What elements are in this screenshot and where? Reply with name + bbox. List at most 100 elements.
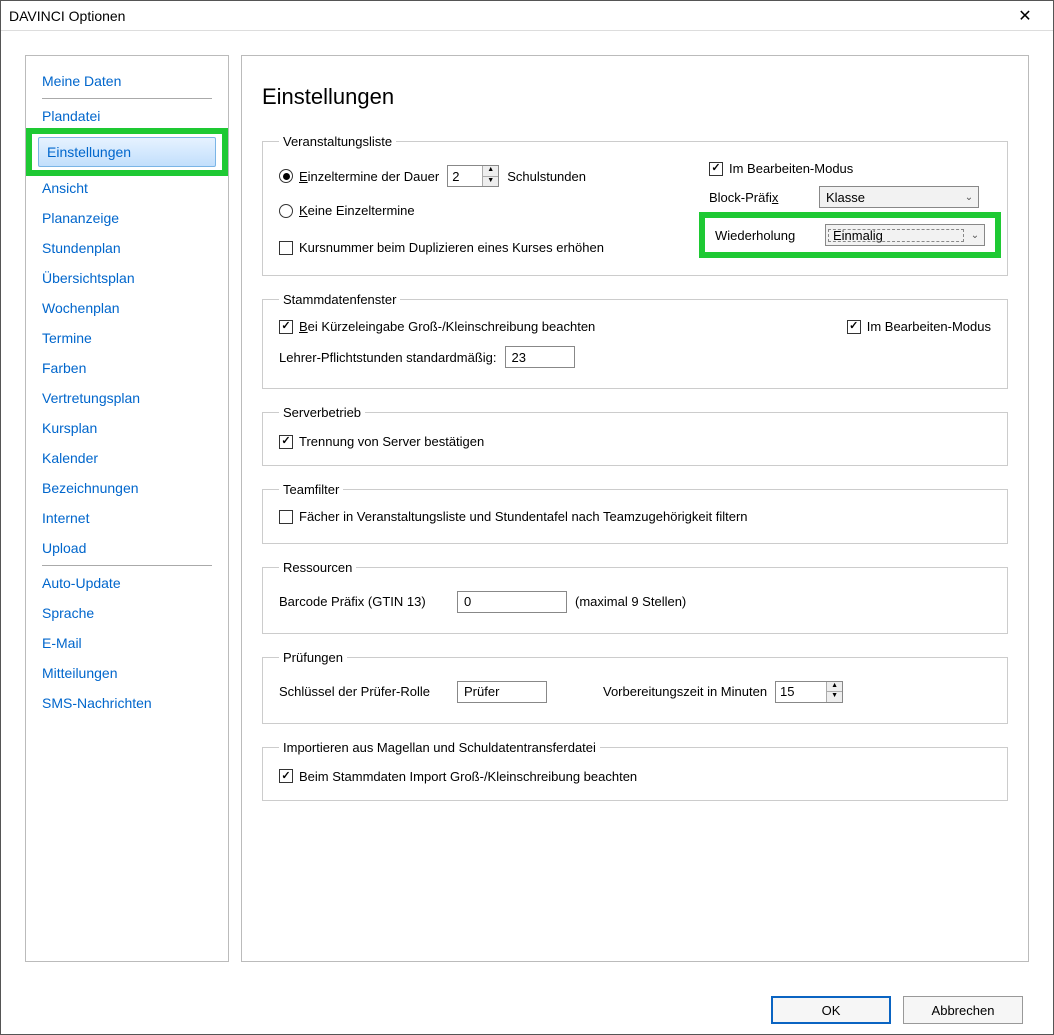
- check-kuerzel[interactable]: Bei Kürzeleingabe Groß-/Kleinschreibung …: [279, 319, 807, 334]
- footer: OK Abbrechen: [1, 986, 1053, 1034]
- sidebar-item-kalender[interactable]: Kalender: [42, 443, 212, 473]
- barcode-input[interactable]: [457, 591, 567, 613]
- radio-einzeltermine-label: Einzeltermine der Dauer: [299, 169, 439, 184]
- sidebar-item-uebersichtsplan[interactable]: Übersichtsplan: [42, 263, 212, 293]
- chevron-down-icon[interactable]: ▼: [483, 177, 498, 187]
- block-praefix-label: Block-Präfix: [709, 190, 809, 205]
- checkbox-icon: [279, 769, 293, 783]
- chevron-down-icon: ⌄: [966, 230, 984, 241]
- check-kursnummer[interactable]: Kursnummer beim Duplizieren eines Kurses…: [279, 240, 604, 255]
- select-wiederholung-text: Einmalig: [827, 228, 965, 243]
- checkbox-icon: [709, 162, 723, 176]
- sidebar-item-plananzeige[interactable]: Plananzeige: [42, 203, 212, 233]
- main-panel: Einstellungen Veranstaltungsliste Einzel…: [241, 55, 1029, 962]
- barcode-label: Barcode Präfix (GTIN 13): [279, 594, 449, 609]
- chevron-up-icon[interactable]: ▲: [483, 166, 498, 177]
- legend-serverbetrieb: Serverbetrieb: [279, 405, 365, 420]
- select-block-praefix-text: Klasse: [820, 190, 960, 205]
- page-title: Einstellungen: [262, 84, 1008, 110]
- sidebar-item-auto-update[interactable]: Auto-Update: [42, 568, 212, 598]
- chevron-up-icon[interactable]: ▲: [827, 682, 842, 693]
- legend-teamfilter: Teamfilter: [279, 482, 343, 497]
- group-import: Importieren aus Magellan und Schuldatent…: [262, 740, 1008, 801]
- schulstunden-label: Schulstunden: [507, 169, 586, 184]
- dialog-window: DAVINCI Optionen ✕ Meine Daten Plandatei…: [0, 0, 1054, 1035]
- sidebar: Meine Daten Plandatei Einstellungen Ansi…: [25, 55, 229, 962]
- lehrer-label: Lehrer-Pflichtstunden standardmäßig:: [279, 350, 497, 365]
- sidebar-highlight: Einstellungen: [26, 128, 228, 176]
- sidebar-item-mitteilungen[interactable]: Mitteilungen: [42, 658, 212, 688]
- legend-pruefungen: Prüfungen: [279, 650, 347, 665]
- sidebar-item-meine-daten[interactable]: Meine Daten: [42, 66, 212, 96]
- sidebar-item-sprache[interactable]: Sprache: [42, 598, 212, 628]
- lehrer-input[interactable]: [505, 346, 575, 368]
- group-teamfilter: Teamfilter Fächer in Veranstaltungsliste…: [262, 482, 1008, 544]
- check-trennung-label: Trennung von Server bestätigen: [299, 434, 484, 449]
- vorbereitung-stepper[interactable]: ▲▼: [775, 681, 843, 703]
- sidebar-item-wochenplan[interactable]: Wochenplan: [42, 293, 212, 323]
- check-trennung[interactable]: Trennung von Server bestätigen: [279, 434, 484, 449]
- window-title: DAVINCI Optionen: [9, 8, 1005, 24]
- check-kuerzel-label: Bei Kürzeleingabe Groß-/Kleinschreibung …: [299, 319, 595, 334]
- chevron-down-icon[interactable]: ▼: [827, 692, 842, 702]
- checkbox-icon: [279, 435, 293, 449]
- dauer-input[interactable]: [448, 166, 482, 186]
- sidebar-item-bezeichnungen[interactable]: Bezeichnungen: [42, 473, 212, 503]
- group-serverbetrieb: Serverbetrieb Trennung von Server bestät…: [262, 405, 1008, 466]
- sidebar-item-internet[interactable]: Internet: [42, 503, 212, 533]
- sidebar-item-stundenplan[interactable]: Stundenplan: [42, 233, 212, 263]
- checkbox-icon: [847, 320, 861, 334]
- check-kursnummer-label: Kursnummer beim Duplizieren eines Kurses…: [299, 240, 604, 255]
- close-icon[interactable]: ✕: [1005, 6, 1045, 26]
- legend-stammdaten: Stammdatenfenster: [279, 292, 400, 307]
- titlebar: DAVINCI Optionen ✕: [1, 1, 1053, 31]
- sidebar-item-einstellungen[interactable]: Einstellungen: [38, 137, 216, 167]
- sidebar-item-farben[interactable]: Farben: [42, 353, 212, 383]
- vorbereitung-input[interactable]: [776, 682, 826, 702]
- sidebar-item-sms[interactable]: SMS-Nachrichten: [42, 688, 212, 718]
- sidebar-divider: [42, 98, 212, 99]
- legend-import: Importieren aus Magellan und Schuldatent…: [279, 740, 600, 755]
- group-stammdaten: Stammdatenfenster Bei Kürzeleingabe Groß…: [262, 292, 1008, 389]
- sidebar-divider: [42, 565, 212, 566]
- rolle-label: Schlüssel der Prüfer-Rolle: [279, 684, 449, 699]
- sidebar-item-termine[interactable]: Termine: [42, 323, 212, 353]
- vorbereitung-label: Vorbereitungszeit in Minuten: [603, 684, 767, 699]
- content-area: Meine Daten Plandatei Einstellungen Ansi…: [1, 31, 1053, 986]
- dauer-stepper[interactable]: ▲▼: [447, 165, 499, 187]
- rolle-input[interactable]: [457, 681, 547, 703]
- wiederholung-label: Wiederholung: [715, 228, 815, 243]
- chevron-down-icon: ⌄: [960, 192, 978, 203]
- cancel-button[interactable]: Abbrechen: [903, 996, 1023, 1024]
- check-bearbeiten-modus-vl[interactable]: Im Bearbeiten-Modus: [709, 161, 991, 176]
- check-faecher[interactable]: Fächer in Veranstaltungsliste und Stunde…: [279, 509, 748, 524]
- radio-icon: [279, 169, 293, 183]
- group-veranstaltungsliste: Veranstaltungsliste Einzeltermine der Da…: [262, 134, 1008, 276]
- checkbox-icon: [279, 510, 293, 524]
- radio-icon: [279, 204, 293, 218]
- highlight-wiederholung: Wiederholung Einmalig ⌄: [699, 212, 1001, 258]
- sidebar-item-kursplan[interactable]: Kursplan: [42, 413, 212, 443]
- sidebar-item-email[interactable]: E-Mail: [42, 628, 212, 658]
- check-bearbeiten-label: Im Bearbeiten-Modus: [729, 161, 853, 176]
- sidebar-item-vertretungsplan[interactable]: Vertretungsplan: [42, 383, 212, 413]
- check-bearbeiten-modus-sd[interactable]: Im Bearbeiten-Modus: [847, 319, 991, 334]
- check-import-label: Beim Stammdaten Import Groß-/Kleinschrei…: [299, 769, 637, 784]
- check-import-stammdaten[interactable]: Beim Stammdaten Import Groß-/Kleinschrei…: [279, 769, 637, 784]
- radio-keine-einzeltermine[interactable]: Keine Einzeltermine: [279, 203, 415, 218]
- select-block-praefix[interactable]: Klasse ⌄: [819, 186, 979, 208]
- radio-einzeltermine[interactable]: Einzeltermine der Dauer: [279, 169, 439, 184]
- ok-button[interactable]: OK: [771, 996, 891, 1024]
- radio-keine-label: Keine Einzeltermine: [299, 203, 415, 218]
- sidebar-item-ansicht[interactable]: Ansicht: [42, 173, 212, 203]
- group-ressourcen: Ressourcen Barcode Präfix (GTIN 13) (max…: [262, 560, 1008, 634]
- sidebar-item-upload[interactable]: Upload: [42, 533, 212, 563]
- select-wiederholung[interactable]: Einmalig ⌄: [825, 224, 985, 246]
- row-wiederholung: Wiederholung Einmalig ⌄: [715, 224, 985, 246]
- barcode-hint: (maximal 9 Stellen): [575, 594, 686, 609]
- legend-veranstaltungsliste: Veranstaltungsliste: [279, 134, 396, 149]
- legend-ressourcen: Ressourcen: [279, 560, 356, 575]
- row-block-praefix: Block-Präfix Klasse ⌄: [709, 186, 991, 208]
- sidebar-item-plandatei[interactable]: Plandatei: [42, 101, 212, 131]
- checkbox-icon: [279, 241, 293, 255]
